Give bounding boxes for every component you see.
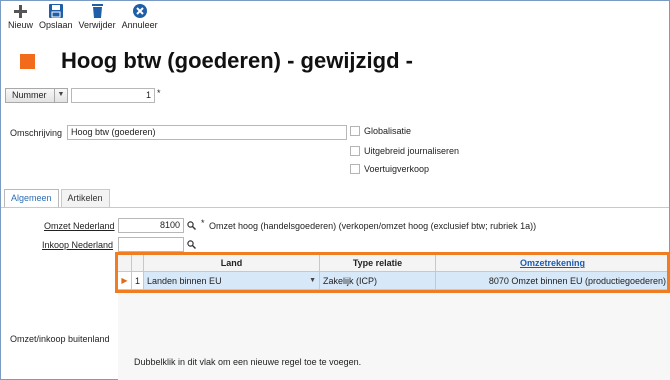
uitgebreid-journaliseren-checkbox[interactable]: Uitgebreid journaliseren: [350, 146, 459, 156]
tab-artikelen[interactable]: Artikelen: [60, 189, 110, 207]
checkbox-box[interactable]: [350, 164, 360, 174]
title-color-marker: [20, 54, 35, 69]
page-title: Hoog btw (goederen) - gewijzigd -: [61, 48, 413, 73]
new-button[interactable]: Nieuw: [5, 3, 36, 33]
chevron-down-icon[interactable]: ▼: [55, 88, 68, 103]
tab-bar: Algemeen Artikelen: [4, 189, 112, 208]
omzet-nederland-description: Omzet hoog (handelsgoederen) (verkopen/o…: [209, 221, 537, 231]
checkbox-box[interactable]: [350, 126, 360, 136]
buitenland-label: Omzet/inkoop buitenland: [10, 334, 110, 344]
cancel-button-label: Annuleer: [121, 20, 158, 30]
omzet-nederland-link[interactable]: Omzet Nederland: [44, 221, 115, 231]
checkbox-box[interactable]: [350, 146, 360, 156]
globalisatie-checkbox[interactable]: Globalisatie: [350, 126, 411, 136]
tab-algemeen[interactable]: Algemeen: [4, 189, 59, 208]
search-icon[interactable]: [184, 218, 198, 233]
omschrijving-input[interactable]: Hoog btw (goederen): [67, 125, 347, 140]
save-icon: [48, 3, 64, 19]
omschrijving-label: Omschrijving: [10, 128, 63, 138]
grid-highlight-outline: [115, 252, 670, 293]
save-button-label: Opslaan: [39, 20, 73, 30]
checkbox-label: Uitgebreid journaliseren: [364, 146, 460, 156]
checkbox-label: Globalisatie: [364, 126, 412, 136]
save-button[interactable]: Opslaan: [36, 3, 76, 33]
tab-divider: [1, 207, 669, 208]
toolbar: Nieuw Opslaan Verwijder Annuleer: [5, 3, 161, 33]
delete-button-label: Verwijder: [78, 20, 116, 30]
required-marker: *: [201, 218, 205, 228]
required-marker: *: [157, 88, 161, 98]
nummer-input[interactable]: 1: [71, 88, 155, 103]
checkbox-label: Voertuigverkoop: [364, 164, 430, 174]
cancel-button[interactable]: Annuleer: [119, 3, 161, 33]
voertuigverkoop-checkbox[interactable]: Voertuigverkoop: [350, 164, 429, 174]
delete-button[interactable]: Verwijder: [76, 3, 119, 33]
nummer-dropdown-button[interactable]: Nummer: [5, 88, 55, 103]
new-button-label: Nieuw: [8, 20, 34, 30]
cancel-icon: [132, 3, 148, 19]
search-icon[interactable]: [184, 237, 198, 252]
delete-icon: [89, 3, 105, 19]
grid-add-row-hint: Dubbelklik in dit vlak om een nieuwe reg…: [134, 357, 362, 367]
plus-icon: [13, 3, 29, 19]
omzet-nederland-input[interactable]: 8100: [118, 218, 184, 233]
inkoop-nederland-link[interactable]: Inkoop Nederland: [42, 240, 113, 250]
inkoop-nederland-input[interactable]: [118, 237, 184, 252]
